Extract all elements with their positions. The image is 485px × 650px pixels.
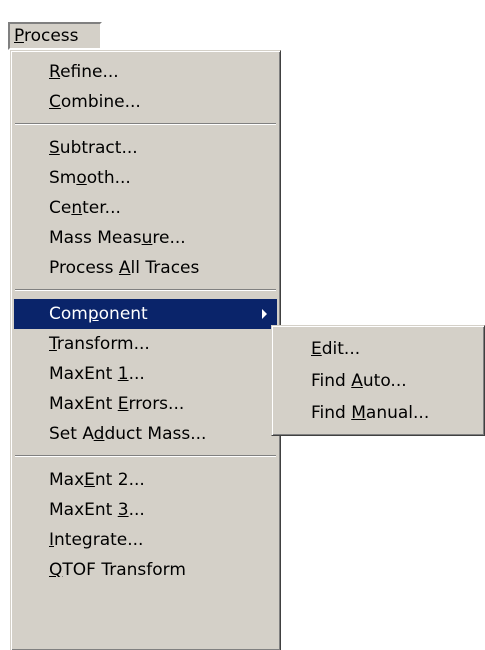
menu-item-refine[interactable]: Refine... bbox=[11, 57, 280, 87]
menu-item-maxent-1[interactable]: MaxEnt 1... bbox=[11, 359, 280, 389]
menu-item-maxent-errors[interactable]: MaxEnt Errors... bbox=[11, 389, 280, 419]
menu-item-set-adduct-mass[interactable]: Set Adduct Mass... bbox=[11, 419, 280, 449]
menu-separator bbox=[11, 283, 280, 299]
component-submenu: Edit... Find Auto... Find Manual... bbox=[271, 325, 485, 436]
submenu-arrow-icon bbox=[262, 309, 267, 319]
menu-separator bbox=[11, 449, 280, 465]
menu-item-component[interactable]: Component bbox=[14, 299, 277, 329]
menu-item-combine[interactable]: Combine... bbox=[11, 87, 280, 117]
menu-item-smooth[interactable]: Smooth... bbox=[11, 163, 280, 193]
menu-item-process-all-traces[interactable]: Process All Traces bbox=[11, 253, 280, 283]
submenu-item-find-manual[interactable]: Find Manual... bbox=[272, 397, 484, 429]
menu-item-maxent-3[interactable]: MaxEnt 3... bbox=[11, 495, 280, 525]
menu-item-maxent-2[interactable]: MaxEnt 2... bbox=[11, 465, 280, 495]
menu-item-center[interactable]: Center... bbox=[11, 193, 280, 223]
menu-item-mass-measure[interactable]: Mass Measure... bbox=[11, 223, 280, 253]
menu-item-integrate[interactable]: Integrate... bbox=[11, 525, 280, 555]
menu-process[interactable]: Process bbox=[8, 22, 102, 50]
menu-process-label: Process bbox=[14, 26, 79, 46]
menu-separator bbox=[11, 117, 280, 133]
menu-item-transform[interactable]: Transform... bbox=[11, 329, 280, 359]
submenu-item-edit[interactable]: Edit... bbox=[272, 333, 484, 365]
process-menu: Refine... Combine... Subtract... Smooth.… bbox=[10, 50, 281, 650]
menu-item-qtof-transform[interactable]: QTOF Transform bbox=[11, 555, 280, 585]
menu-item-subtract[interactable]: Subtract... bbox=[11, 133, 280, 163]
submenu-item-find-auto[interactable]: Find Auto... bbox=[272, 365, 484, 397]
